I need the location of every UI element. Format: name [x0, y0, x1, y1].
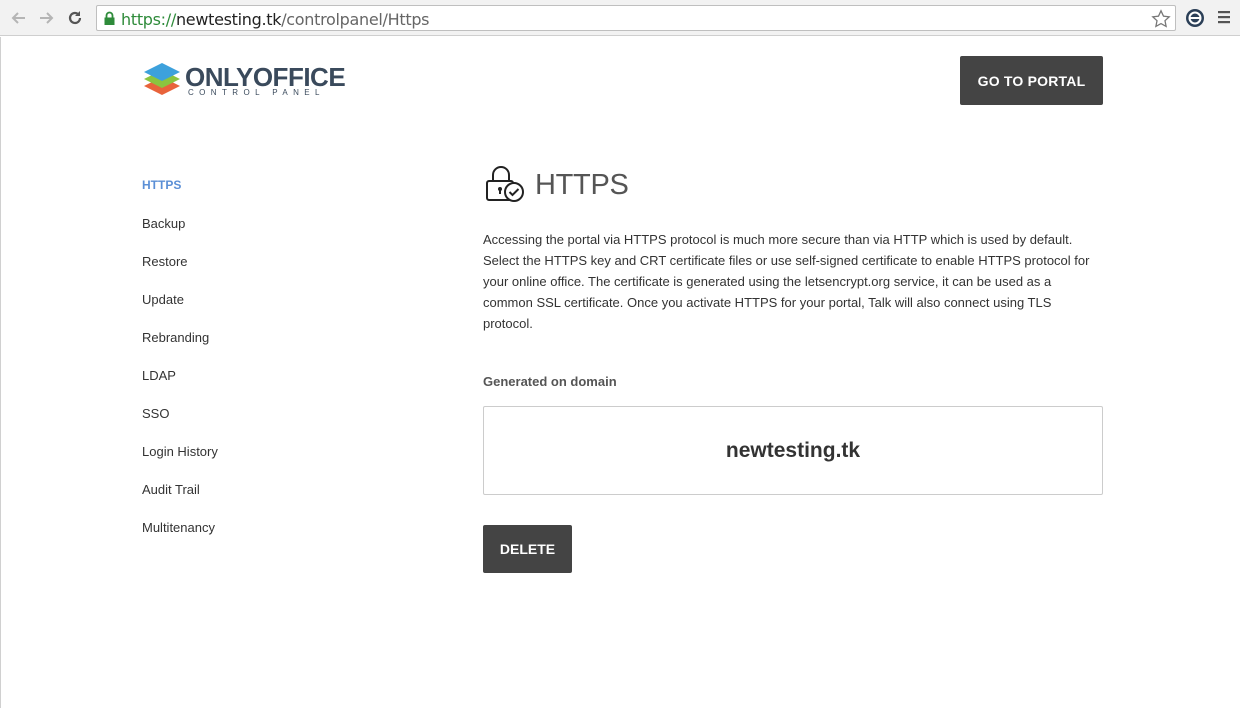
extension-icon[interactable]: [1185, 8, 1205, 33]
delete-button[interactable]: DELETE: [483, 525, 572, 573]
back-arrow-icon[interactable]: [8, 7, 30, 29]
go-to-portal-button[interactable]: GO TO PORTAL: [960, 56, 1103, 105]
page-border: [0, 37, 1, 708]
domain-display-box: newtesting.tk: [483, 406, 1103, 495]
logo-subtitle: CONTROL PANEL: [188, 88, 325, 97]
sidebar-item-login-history[interactable]: Login History: [142, 444, 218, 459]
sidebar-item-restore[interactable]: Restore: [142, 254, 188, 269]
sidebar-item-https[interactable]: HTTPS: [142, 178, 181, 192]
domain-label: Generated on domain: [483, 374, 617, 389]
sidebar-item-audit-trail[interactable]: Audit Trail: [142, 482, 200, 497]
sidebar-item-multitenancy[interactable]: Multitenancy: [142, 520, 215, 535]
bookmark-star-icon[interactable]: [1151, 9, 1171, 34]
url-text: https://newtesting.tk/controlpanel/Https: [121, 10, 430, 29]
reload-icon[interactable]: [64, 7, 86, 29]
address-bar[interactable]: https://newtesting.tk/controlpanel/Https: [96, 5, 1176, 31]
logo-layers-icon: [144, 63, 180, 95]
browser-toolbar: https://newtesting.tk/controlpanel/Https: [0, 0, 1240, 36]
padlock-check-icon: [485, 166, 527, 209]
forward-arrow-icon[interactable]: [35, 7, 57, 29]
menu-icon[interactable]: [1217, 10, 1231, 29]
lock-icon: [103, 11, 116, 31]
sidebar-item-sso[interactable]: SSO: [142, 406, 169, 421]
page-title: HTTPS: [535, 169, 629, 201]
sidebar-item-update[interactable]: Update: [142, 292, 184, 307]
logo-wordmark: ONLYOFFICE: [185, 62, 346, 92]
sidebar-item-ldap[interactable]: LDAP: [142, 368, 176, 383]
sidebar-item-rebranding[interactable]: Rebranding: [142, 330, 209, 345]
sidebar-item-backup[interactable]: Backup: [142, 216, 185, 231]
domain-value: newtesting.tk: [725, 438, 861, 462]
https-description: Accessing the portal via HTTPS protocol …: [483, 232, 1090, 331]
